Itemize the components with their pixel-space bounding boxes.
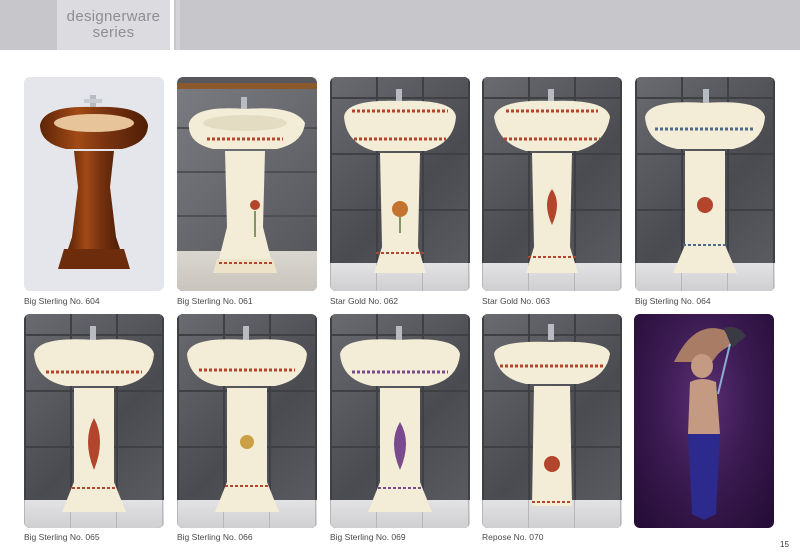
product-caption: Big Sterling No. 064 [635,296,711,306]
ivory-pedestal-basin-icon [494,89,610,273]
product-caption: Big Sterling No. 065 [24,532,100,542]
ivory-pedestal-basin-icon [188,97,305,273]
ivory-pedestal-basin-icon [34,326,154,512]
ivory-pedestal-basin-icon [340,326,460,512]
product-image-065 [24,314,164,528]
ivory-pedestal-basin-icon [187,326,307,512]
product-caption: Big Sterling No. 069 [330,532,406,542]
wood-pedestal-basin-icon [40,95,148,269]
product-caption: Star Gold No. 062 [330,296,399,306]
product-image-066 [177,314,317,528]
product-image-064 [635,77,775,291]
product-caption: Repose No. 070 [482,532,544,542]
lifestyle-photo [634,314,774,528]
product-caption: Big Sterling No. 061 [177,296,253,306]
ivory-pedestal-basin-icon [344,89,456,273]
ivory-pedestal-basin-icon [494,324,610,506]
product-caption: Big Sterling No. 604 [24,296,100,306]
product-image-062 [330,77,470,291]
series-tab: designerware series [57,0,174,50]
woman-pouring-water-icon [674,327,746,520]
product-caption: Big Sterling No. 066 [177,532,253,542]
ivory-pedestal-basin-icon [645,89,765,273]
tab-divider [176,0,180,50]
series-title-line1: designerware [66,8,161,25]
product-image-070 [482,314,622,528]
product-image-069 [330,314,470,528]
product-image-061 [177,77,317,291]
product-image-604 [24,77,164,291]
page-number: 15 [780,540,789,549]
product-caption: Star Gold No. 063 [482,296,551,306]
series-title-line2: series [92,24,135,41]
product-image-063 [482,77,622,291]
